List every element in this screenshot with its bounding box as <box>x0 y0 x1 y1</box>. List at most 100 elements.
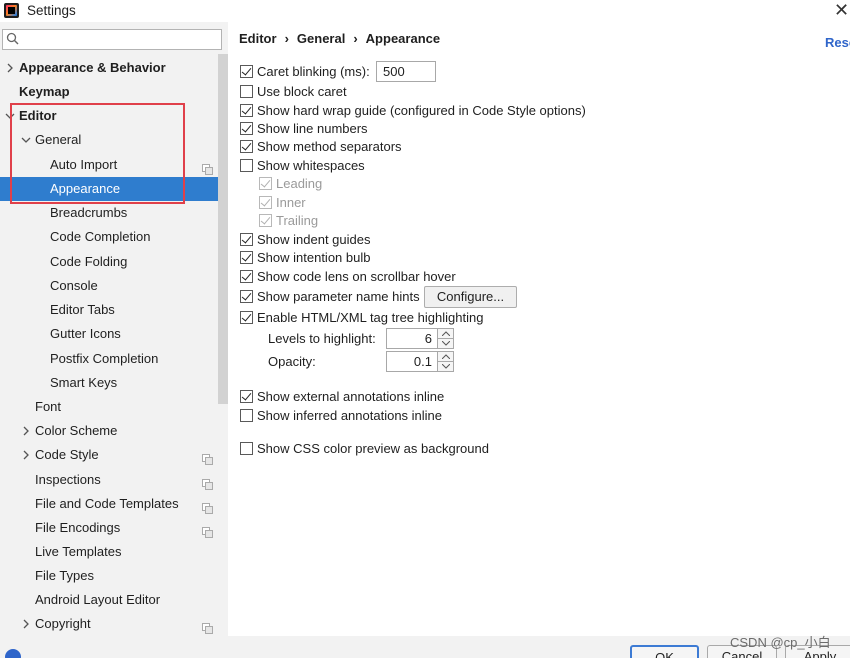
line-numbers-checkbox[interactable] <box>240 122 253 135</box>
sidebar-item-label: Color Scheme <box>35 423 118 438</box>
breadcrumb-separator: › <box>284 31 289 46</box>
breadcrumb-appearance: Appearance <box>365 31 441 46</box>
hard-wrap-checkbox[interactable] <box>240 104 253 117</box>
sidebar-item-label: File Encodings <box>35 520 121 535</box>
inf-annotations-checkbox[interactable] <box>240 409 253 422</box>
title-bar: Settings ✕ <box>0 0 850 22</box>
sidebar-scrollbar[interactable] <box>218 54 228 404</box>
levels-input[interactable]: 6 <box>386 328 438 349</box>
sidebar-item-label: Editor Tabs <box>50 302 115 317</box>
method-separators-label: Show method separators <box>257 139 402 154</box>
sidebar-item-appearance[interactable]: Appearance <box>0 177 218 201</box>
block-caret-checkbox[interactable] <box>240 85 253 98</box>
chevron-down-icon[interactable] <box>5 111 15 121</box>
line-numbers-label: Show line numbers <box>257 121 368 136</box>
sidebar-item-code-folding[interactable]: Code Folding <box>0 250 218 274</box>
code-lens-label: Show code lens on scrollbar hover <box>257 269 456 284</box>
ext-annotations-checkbox[interactable] <box>240 390 253 403</box>
whitespaces-label: Show whitespaces <box>257 158 365 173</box>
sidebar-item-label: Editor <box>19 108 57 123</box>
sidebar-item-auto-import[interactable]: Auto Import <box>0 153 218 177</box>
intellij-app-icon <box>4 3 19 18</box>
sidebar-item-editor-tabs[interactable]: Editor Tabs <box>0 298 218 322</box>
sidebar-item-label: Auto Import <box>50 157 118 172</box>
sidebar-item-code-completion[interactable]: Code Completion <box>0 225 218 249</box>
project-scope-icon <box>202 159 213 175</box>
sidebar-item-keymap[interactable]: Keymap <box>0 80 218 104</box>
trailing-checkbox <box>259 214 272 227</box>
search-input[interactable] <box>23 31 218 48</box>
inner-checkbox <box>259 196 272 209</box>
code-lens-checkbox[interactable] <box>240 270 253 283</box>
chevron-right-icon[interactable] <box>21 450 31 460</box>
dialog-button-bar: OK Cancel Apply <box>0 636 850 658</box>
sidebar-item-label: Android Layout Editor <box>35 592 161 607</box>
sidebar-item-general[interactable]: General <box>0 128 218 152</box>
sidebar-item-live-templates[interactable]: Live Templates <box>0 540 218 564</box>
sidebar-item-inspections[interactable]: Inspections <box>0 468 218 492</box>
leading-checkbox <box>259 177 272 190</box>
sidebar-item-file-encodings[interactable]: File Encodings <box>0 516 218 540</box>
css-color-label: Show CSS color preview as background <box>257 441 489 456</box>
intention-bulb-checkbox[interactable] <box>240 251 253 264</box>
chevron-right-icon[interactable] <box>5 63 15 73</box>
sidebar-item-breadcrumbs[interactable]: Breadcrumbs <box>0 201 218 225</box>
configure-button[interactable]: Configure... <box>424 286 517 308</box>
method-separators-checkbox[interactable] <box>240 140 253 153</box>
reset-link[interactable]: Rese <box>825 35 850 50</box>
settings-sidebar: Appearance & Behavior Keymap Editor Gene… <box>0 22 228 636</box>
tag-tree-checkbox[interactable] <box>240 311 253 324</box>
css-color-checkbox[interactable] <box>240 442 253 455</box>
close-icon[interactable]: ✕ <box>834 1 849 19</box>
breadcrumb-general[interactable]: General <box>297 31 345 46</box>
sidebar-item-file-types[interactable]: File Types <box>0 564 218 588</box>
sidebar-item-editor[interactable]: Editor <box>0 104 218 128</box>
levels-label: Levels to highlight: <box>268 331 376 346</box>
sidebar-item-label: Gutter Icons <box>50 326 121 341</box>
sidebar-item-postfix-completion[interactable]: Postfix Completion <box>0 347 218 371</box>
tag-tree-label: Enable HTML/XML tag tree highlighting <box>257 310 484 325</box>
sidebar-item-label: Code Completion <box>50 229 151 244</box>
opacity-label: Opacity: <box>268 354 316 369</box>
opacity-input[interactable]: 0.1 <box>386 351 438 372</box>
inf-annotations-label: Show inferred annotations inline <box>257 408 443 423</box>
project-scope-icon <box>202 474 213 490</box>
sidebar-item-color-scheme[interactable]: Color Scheme <box>0 419 218 443</box>
project-scope-icon <box>202 498 213 514</box>
sidebar-item-copyright[interactable]: Copyright <box>0 612 218 636</box>
whitespaces-checkbox[interactable] <box>240 159 253 172</box>
ok-button[interactable]: OK <box>630 645 699 658</box>
opacity-decrement-button[interactable] <box>437 361 454 372</box>
caret-blinking-checkbox[interactable] <box>240 65 253 78</box>
sidebar-item-gutter-icons[interactable]: Gutter Icons <box>0 322 218 346</box>
caret-blinking-input[interactable]: 500 <box>376 61 436 82</box>
breadcrumb-editor[interactable]: Editor <box>239 31 277 46</box>
chevron-right-icon[interactable] <box>21 426 31 436</box>
chevron-right-icon[interactable] <box>21 619 31 629</box>
sidebar-item-font[interactable]: Font <box>0 395 218 419</box>
param-hints-checkbox[interactable] <box>240 290 253 303</box>
sidebar-item-smart-keys[interactable]: Smart Keys <box>0 371 218 395</box>
chevron-down-icon[interactable] <box>21 135 31 145</box>
sidebar-item-file-code-templates[interactable]: File and Code Templates <box>0 492 218 516</box>
csdn-watermark: CSDN @cp_小白 <box>730 635 831 650</box>
sidebar-item-label: Font <box>35 399 62 414</box>
window-title: Settings <box>27 3 76 18</box>
sidebar-item-android-layout-editor[interactable]: Android Layout Editor <box>0 588 218 612</box>
levels-decrement-button[interactable] <box>437 338 454 349</box>
sidebar-item-label: File and Code Templates <box>35 496 179 511</box>
sidebar-item-label: Appearance & Behavior <box>19 60 166 75</box>
block-caret-label: Use block caret <box>257 84 347 99</box>
breadcrumb-separator: › <box>353 31 358 46</box>
trailing-label: Trailing <box>276 213 319 228</box>
sidebar-item-code-style[interactable]: Code Style <box>0 443 218 467</box>
ext-annotations-label: Show external annotations inline <box>257 389 445 404</box>
sidebar-item-appearance-behavior[interactable]: Appearance & Behavior <box>0 56 218 80</box>
help-icon[interactable] <box>5 649 21 658</box>
sidebar-item-console[interactable]: Console <box>0 274 218 298</box>
indent-guides-checkbox[interactable] <box>240 233 253 246</box>
sidebar-item-label: File Types <box>35 568 95 583</box>
project-scope-icon <box>202 522 213 538</box>
inner-label: Inner <box>276 195 306 210</box>
search-field[interactable] <box>2 29 222 50</box>
